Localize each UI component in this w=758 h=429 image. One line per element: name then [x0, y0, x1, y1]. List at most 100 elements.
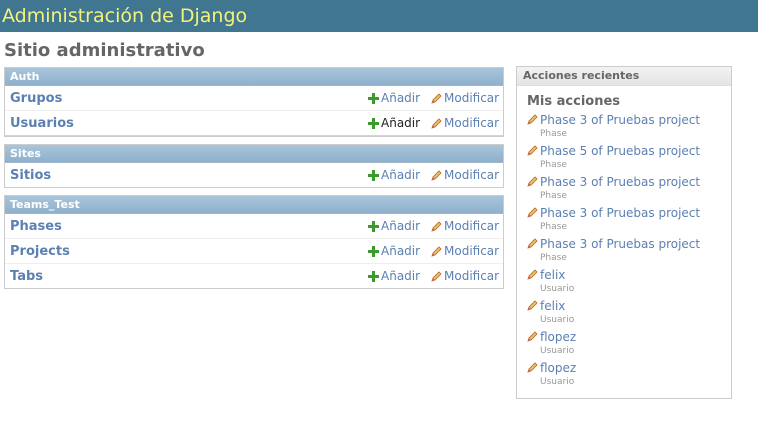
model-link-sitios[interactable]: Sitios	[5, 168, 368, 183]
model-row-projects: Projects Añadir Modificar	[5, 239, 503, 264]
recent-actions-module: Acciones recientes Mis acciones Phase 3 …	[516, 66, 732, 399]
recent-action-type: Phase	[540, 222, 567, 232]
pencil-icon	[527, 207, 538, 218]
change-button[interactable]: Modificar	[431, 168, 503, 182]
model-link-projects[interactable]: Projects	[5, 244, 368, 259]
model-link-grupos[interactable]: Grupos	[5, 91, 368, 106]
recent-action-label: Phase 3 of Pruebas project	[540, 112, 701, 127]
list-item: Phase 3 of Pruebas project Phase	[527, 112, 731, 143]
change-button[interactable]: Modificar	[431, 219, 503, 233]
model-link-phases[interactable]: Phases	[5, 219, 368, 234]
pencil-icon	[431, 220, 442, 232]
recent-action-type: Phase	[540, 129, 567, 139]
recent-action-link[interactable]: Phase 5 of Pruebas project	[527, 143, 731, 158]
module-caption[interactable]: Sites	[5, 145, 503, 163]
model-row-grupos: Grupos Añadir Modificar	[5, 86, 503, 111]
list-item: flopez Usuario	[527, 360, 731, 391]
recent-action-label: Phase 5 of Pruebas project	[540, 143, 701, 158]
change-label: Modificar	[444, 116, 500, 130]
pencil-icon	[527, 114, 538, 125]
change-button[interactable]: Modificar	[431, 244, 503, 258]
plus-icon	[368, 220, 379, 232]
change-button[interactable]: Modificar	[431, 269, 503, 283]
add-button[interactable]: Añadir	[368, 116, 431, 130]
change-button[interactable]: Modificar	[431, 91, 503, 105]
pencil-icon	[527, 269, 538, 280]
add-label: Añadir	[381, 91, 421, 105]
module-caption[interactable]: Teams_Test	[5, 196, 503, 214]
page-title: Sitio administrativo	[4, 40, 205, 61]
model-link-usuarios[interactable]: Usuarios	[5, 116, 368, 131]
model-row-phases: Phases Añadir Modificar	[5, 214, 503, 239]
add-label: Añadir	[381, 244, 421, 258]
add-label: Añadir	[381, 269, 421, 283]
model-row-tabs: Tabs Añadir Modificar	[5, 264, 503, 288]
module-auth: Auth Grupos Añadir Modificar Usuarios Añ…	[4, 67, 504, 137]
recent-action-link[interactable]: Phase 3 of Pruebas project	[527, 174, 731, 189]
site-branding[interactable]: Administración de Django	[2, 5, 247, 27]
pencil-icon	[527, 300, 538, 311]
module-teams-test: Teams_Test Phases Añadir Modificar Proje…	[4, 195, 504, 289]
recent-action-type: Phase	[540, 160, 567, 170]
pencil-icon	[527, 176, 538, 187]
recent-action-label: Phase 3 of Pruebas project	[540, 205, 701, 220]
recent-action-type: Phase	[540, 191, 567, 201]
plus-icon	[368, 117, 379, 129]
app-list: Auth Grupos Añadir Modificar Usuarios Añ…	[4, 67, 504, 296]
recent-action-link[interactable]: Phase 3 of Pruebas project	[527, 205, 731, 220]
recent-action-link[interactable]: felix	[527, 267, 731, 282]
plus-icon	[368, 270, 379, 282]
list-item: Phase 5 of Pruebas project Phase	[527, 143, 731, 174]
recent-action-link[interactable]: flopez	[527, 360, 731, 375]
pencil-icon	[527, 238, 538, 249]
change-label: Modificar	[444, 269, 500, 283]
change-label: Modificar	[444, 168, 500, 182]
add-label: Añadir	[381, 116, 421, 130]
add-label: Añadir	[381, 168, 421, 182]
add-label: Añadir	[381, 219, 421, 233]
recent-action-type: Usuario	[540, 315, 575, 325]
pencil-icon	[527, 362, 538, 373]
pencil-icon	[431, 92, 442, 104]
recent-actions-caption: Acciones recientes	[517, 67, 731, 86]
pencil-icon	[527, 331, 538, 342]
add-button[interactable]: Añadir	[368, 244, 431, 258]
my-actions-heading: Mis acciones	[527, 94, 621, 109]
list-item: Phase 3 of Pruebas project Phase	[527, 174, 731, 205]
recent-action-type: Usuario	[540, 346, 575, 356]
plus-icon	[368, 92, 379, 104]
add-button[interactable]: Añadir	[368, 269, 431, 283]
add-button[interactable]: Añadir	[368, 91, 431, 105]
list-item: felix Usuario	[527, 298, 731, 329]
module-sites: Sites Sitios Añadir Modificar	[4, 144, 504, 188]
model-row-sitios: Sitios Añadir Modificar	[5, 163, 503, 187]
plus-icon	[368, 245, 379, 257]
change-label: Modificar	[444, 219, 500, 233]
model-link-tabs[interactable]: Tabs	[5, 269, 368, 284]
change-label: Modificar	[444, 244, 500, 258]
recent-action-label: flopez	[540, 360, 577, 375]
recent-action-link[interactable]: Phase 3 of Pruebas project	[527, 236, 731, 251]
pencil-icon	[431, 245, 442, 257]
plus-icon	[368, 169, 379, 181]
pencil-icon	[431, 270, 442, 282]
site-header: Administración de Django	[0, 0, 758, 32]
recent-action-type: Phase	[540, 253, 567, 263]
module-caption[interactable]: Auth	[5, 68, 503, 86]
pencil-icon	[431, 117, 442, 129]
recent-action-link[interactable]: flopez	[527, 329, 731, 344]
recent-action-type: Usuario	[540, 284, 575, 294]
recent-action-label: Phase 3 of Pruebas project	[540, 236, 701, 251]
pencil-icon	[527, 145, 538, 156]
list-item: flopez Usuario	[527, 329, 731, 360]
list-item: felix Usuario	[527, 267, 731, 298]
recent-action-label: flopez	[540, 329, 577, 344]
change-button[interactable]: Modificar	[431, 116, 503, 130]
recent-action-label: felix	[540, 298, 566, 313]
recent-action-link[interactable]: felix	[527, 298, 731, 313]
add-button[interactable]: Añadir	[368, 168, 431, 182]
recent-action-link[interactable]: Phase 3 of Pruebas project	[527, 112, 731, 127]
add-button[interactable]: Añadir	[368, 219, 431, 233]
model-row-usuarios: Usuarios Añadir Modificar	[5, 111, 503, 136]
recent-action-label: felix	[540, 267, 566, 282]
